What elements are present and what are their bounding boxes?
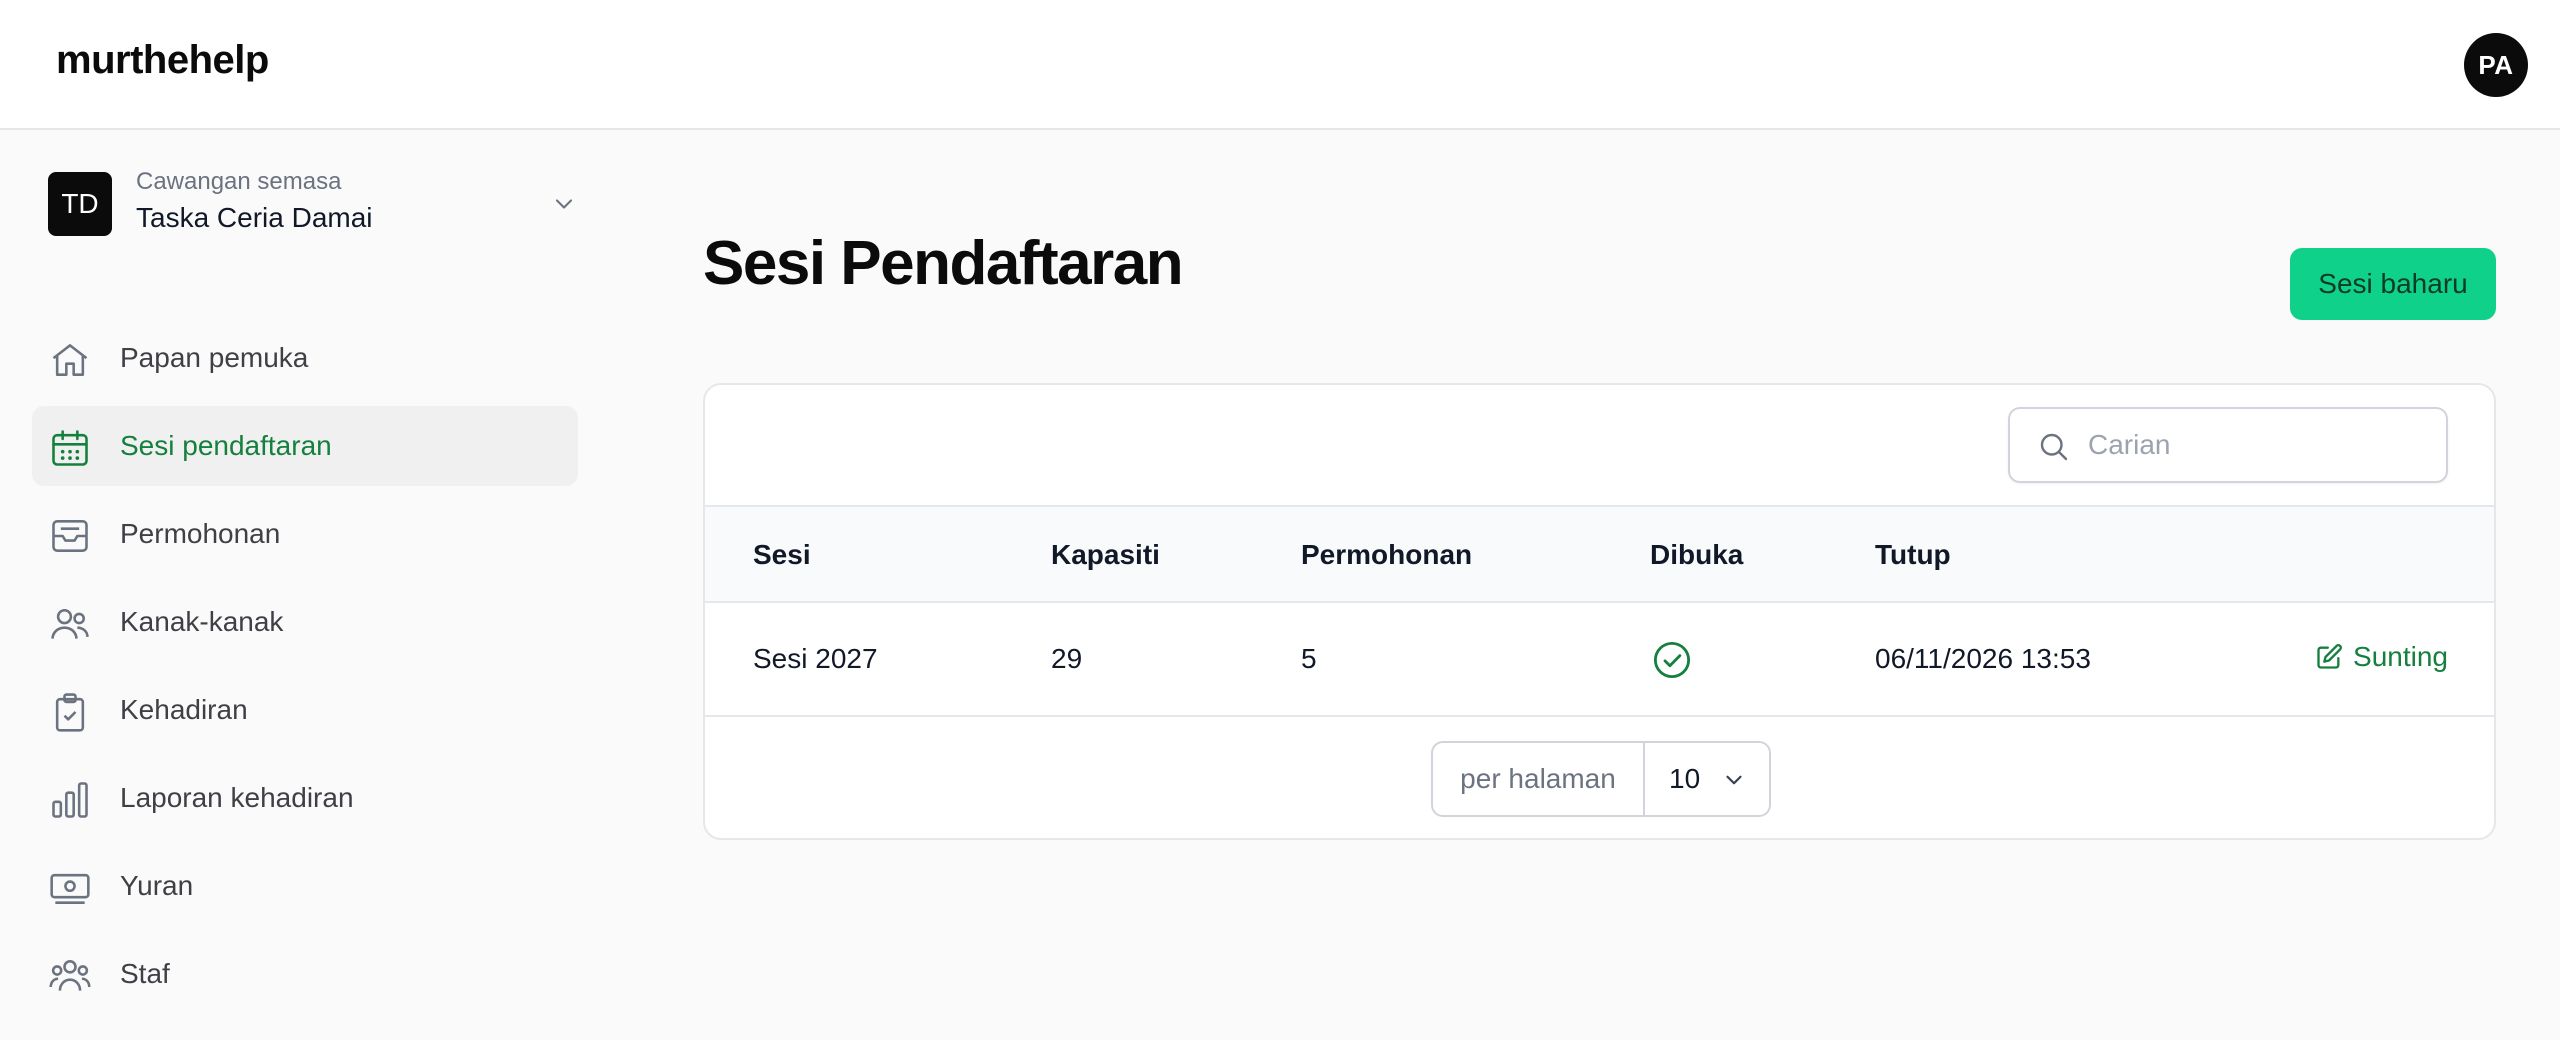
sidebar-item-kanak-kanak[interactable]: Kanak-kanak [32, 582, 578, 662]
calendar-icon [52, 430, 88, 466]
column-header-open[interactable]: Dibuka [1650, 539, 1743, 571]
sidebar-item-label: Papan pemuka [120, 342, 309, 373]
sidebar-item-permohonan[interactable]: Permohonan [32, 494, 578, 574]
column-header-close[interactable]: Tutup [1875, 539, 1951, 571]
sidebar-item-label: Sesi pendaftaran [120, 430, 332, 461]
chevron-down-icon [555, 199, 573, 209]
home-icon [52, 344, 88, 376]
edit-icon [2317, 644, 2342, 669]
user-group-icon [49, 960, 91, 991]
clipboard-check-icon [55, 693, 85, 732]
new-session-button[interactable]: Sesi baharu [2290, 248, 2496, 320]
users-icon [51, 608, 89, 639]
sidebar-item-sesi-pendaftaran[interactable]: Sesi pendaftaran [32, 406, 578, 486]
top-bar: murthehelp PA [0, 0, 2560, 130]
table-header: Sesi Kapasiti Permohonan Dibuka Tutup [705, 505, 2494, 603]
per-page-value: 10 [1669, 763, 1701, 794]
sidebar-item-label: Kanak-kanak [120, 606, 284, 637]
app-logo[interactable]: murthehelp [56, 38, 269, 83]
sidebar: TD Cawangan semasa Taska Ceria Damai Pap… [0, 130, 600, 1040]
sidebar-item-yuran[interactable]: Yuran [32, 846, 578, 926]
column-header-session[interactable]: Sesi [753, 539, 811, 571]
branch-name: Taska Ceria Damai [136, 202, 373, 233]
branch-switcher[interactable]: TD Cawangan semasa Taska Ceria Damai [32, 160, 592, 250]
sidebar-item-papan-pemuka[interactable]: Papan pemuka [32, 318, 578, 398]
sidebar-item-label: Laporan kehadiran [120, 782, 354, 813]
column-header-capacity[interactable]: Kapasiti [1051, 539, 1160, 571]
check-circle-icon [1653, 641, 1691, 679]
pagination-per-page: per halaman 10 [1431, 741, 1771, 817]
cell-applications: 5 [1301, 643, 1317, 674]
sidebar-item-label: Yuran [120, 870, 194, 901]
banknotes-icon [50, 873, 90, 904]
edit-label: Sunting [2353, 641, 2448, 672]
sidebar-item-label: Kehadiran [120, 694, 248, 725]
user-avatar[interactable]: PA [2464, 33, 2528, 97]
sidebar-item-laporan-kehadiran[interactable]: Laporan kehadiran [32, 758, 578, 838]
cell-capacity: 29 [1051, 643, 1083, 674]
per-page-select[interactable]: 10 [1645, 743, 1769, 815]
sessions-table-card: Sesi Kapasiti Permohonan Dibuka Tutup Se… [703, 383, 2496, 840]
sidebar-item-label: Staf [120, 958, 170, 989]
branch-badge: TD [48, 172, 112, 236]
sidebar-item-label: Permohonan [120, 518, 281, 549]
cell-close: 06/11/2026 13:53 [1875, 643, 2091, 674]
per-page-label: per halaman [1433, 743, 1645, 815]
bar-chart-icon [52, 782, 88, 818]
search-box[interactable] [2008, 407, 2448, 483]
chevron-down-icon [1726, 775, 1742, 785]
column-header-applications[interactable]: Permohonan [1301, 539, 1472, 571]
edit-link[interactable]: Sunting [2315, 641, 2448, 673]
page-title: Sesi Pendaftaran [703, 229, 1184, 298]
sidebar-item-kehadiran[interactable]: Kehadiran [32, 670, 578, 750]
cell-session: Sesi 2027 [753, 643, 878, 674]
search-input[interactable] [2088, 419, 2428, 471]
table-row: Sesi 2027 29 5 06/11/2026 13:53 Sunting [705, 603, 2494, 717]
inbox-icon [52, 520, 88, 552]
sidebar-item-staf[interactable]: Staf [32, 934, 578, 1014]
branch-subtitle: Cawangan semasa [136, 168, 342, 195]
search-icon [2040, 433, 2068, 461]
sidebar-nav: Papan pemuka Sesi pendaftaran Permohonan… [32, 318, 578, 1022]
